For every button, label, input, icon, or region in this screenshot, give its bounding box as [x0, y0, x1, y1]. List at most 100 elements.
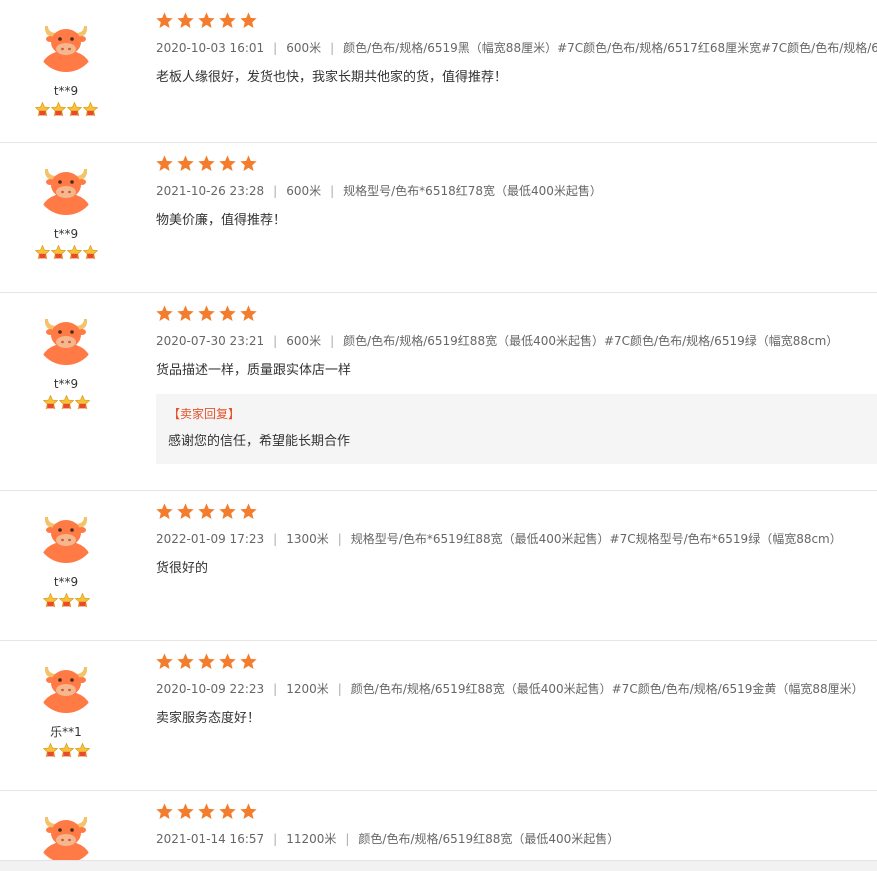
review-date: 2021-10-26 23:28 — [156, 184, 265, 198]
star-icon — [177, 12, 194, 29]
gold-star-medal-icon — [58, 394, 74, 410]
reviewer-level — [30, 592, 102, 609]
star-icon — [240, 12, 257, 29]
review-comment: 货很好的 — [156, 561, 209, 576]
review-content: 2020-10-03 16:01 | 600米 | 颜色/色布/规格/6519黑（幅宽8… — [156, 12, 877, 86]
reviewer-name: t**9 — [53, 84, 79, 98]
review-content: 2021-10-26 23:28 | 600米 | 规格型号/色布*6518红78宽（最… — [156, 155, 877, 229]
separator: | — [337, 532, 342, 546]
separator: | — [273, 532, 278, 546]
star-icon — [198, 803, 215, 820]
rating-stars — [156, 503, 877, 521]
star-icon — [240, 155, 257, 172]
review-content: 2022-01-09 17:23 | 1300米 | 规格型号/色布*6519红88宽（… — [156, 503, 877, 577]
avatar[interactable] — [36, 803, 96, 863]
separator: | — [330, 41, 335, 55]
gold-star-medal-icon — [66, 101, 82, 117]
star-icon — [156, 305, 173, 322]
product-spec: 颜色/色布/规格/6519红88宽（最低400米起售） — [358, 832, 620, 846]
star-icon — [198, 12, 215, 29]
bull-avatar-icon — [36, 803, 96, 863]
star-icon — [219, 803, 236, 820]
review-item: t**9 2020-07-30 23:21 | 600米 | 颜色/色布/规格/6519… — [0, 293, 877, 491]
review-date: 2021-01-14 16:57 — [156, 832, 265, 846]
gold-star-medal-icon — [74, 394, 90, 410]
separator: | — [273, 184, 278, 198]
avatar[interactable] — [36, 305, 96, 365]
gold-star-medal-icon — [42, 742, 58, 758]
rating-stars — [156, 305, 877, 323]
avatar[interactable] — [36, 12, 96, 72]
reviewer-name: 乐**1 — [50, 725, 82, 739]
separator: | — [273, 832, 278, 846]
review-meta: 2021-01-14 16:57 | 11200米 | 颜色/色布/规格/6519红88… — [156, 832, 877, 846]
avatar[interactable] — [36, 653, 96, 713]
purchase-quantity: 600米 — [286, 334, 322, 348]
bull-avatar-icon — [36, 305, 96, 365]
reviewer-info — [30, 803, 102, 863]
separator: | — [273, 334, 278, 348]
review-item: t**9 2021-10-26 23:28 | 600米 | 规格型号/色布*6518红… — [0, 143, 877, 293]
star-icon — [198, 155, 215, 172]
reviewer-info: t**9 — [30, 155, 102, 261]
star-icon — [156, 12, 173, 29]
review-meta: 2020-07-30 23:21 | 600米 | 颜色/色布/规格/6519红88宽（… — [156, 334, 877, 348]
reviewer-level — [30, 101, 102, 118]
separator: | — [330, 184, 335, 198]
review-date: 2020-10-03 16:01 — [156, 41, 265, 55]
purchase-quantity: 1200米 — [286, 682, 329, 696]
star-icon — [177, 155, 194, 172]
gold-star-medal-icon — [74, 592, 90, 608]
star-icon — [240, 653, 257, 670]
separator: | — [330, 334, 335, 348]
gold-star-medal-icon — [42, 394, 58, 410]
separator: | — [273, 682, 278, 696]
review-meta: 2022-01-09 17:23 | 1300米 | 规格型号/色布*6519红88宽（… — [156, 532, 877, 546]
rating-stars — [156, 653, 877, 671]
product-spec: 规格型号/色布*6518红78宽（最低400米起售） — [343, 184, 602, 198]
product-spec: 颜色/色布/规格/6519红88宽（最低400米起售）#7C颜色/色布/规格/6… — [350, 682, 864, 696]
gold-star-medal-icon — [82, 244, 98, 260]
avatar[interactable] — [36, 155, 96, 215]
review-comment: 货品描述一样，质量跟实体店一样 — [156, 363, 352, 378]
seller-reply-title: 【卖家回复】 — [168, 407, 241, 421]
star-icon — [219, 503, 236, 520]
star-icon — [198, 503, 215, 520]
rating-stars — [156, 803, 877, 821]
seller-reply: 【卖家回复】感谢您的信任，希望能长期合作 — [156, 394, 877, 464]
star-icon — [240, 803, 257, 820]
review-item: t**9 2022-01-09 17:23 | 1300米 | 规格型号/色布*6519… — [0, 491, 877, 641]
purchase-quantity: 11200米 — [286, 832, 337, 846]
review-comment: 物美价廉，值得推荐！ — [156, 213, 287, 228]
gold-star-medal-icon — [50, 101, 66, 117]
review-date: 2020-10-09 22:23 — [156, 682, 265, 696]
horizontal-scrollbar[interactable] — [0, 860, 877, 871]
gold-star-medal-icon — [34, 244, 50, 260]
star-icon — [198, 653, 215, 670]
avatar[interactable] — [36, 503, 96, 563]
review-content: 2021-01-14 16:57 | 11200米 | 颜色/色布/规格/6519红88… — [156, 803, 877, 846]
review-content: 2020-07-30 23:21 | 600米 | 颜色/色布/规格/6519红88宽（… — [156, 305, 877, 464]
reviewer-info: t**9 — [30, 503, 102, 609]
review-meta: 2020-10-03 16:01 | 600米 | 颜色/色布/规格/6519黑（幅宽8… — [156, 41, 877, 55]
review-item: 乐**1 2020-10-09 22:23 | 1200米 | 颜色/色布/规格/651… — [0, 641, 877, 791]
gold-star-medal-icon — [50, 244, 66, 260]
gold-star-medal-icon — [34, 101, 50, 117]
purchase-quantity: 1300米 — [286, 532, 329, 546]
reviewer-info: t**9 — [30, 305, 102, 411]
review-meta: 2021-10-26 23:28 | 600米 | 规格型号/色布*6518红78宽（最… — [156, 184, 877, 198]
bull-avatar-icon — [36, 12, 96, 72]
separator: | — [273, 41, 278, 55]
rating-stars — [156, 12, 877, 30]
reviewer-info: 乐**1 — [30, 653, 102, 759]
star-icon — [156, 155, 173, 172]
star-icon — [219, 12, 236, 29]
gold-star-medal-icon — [58, 742, 74, 758]
star-icon — [219, 653, 236, 670]
seller-reply-text: 感谢您的信任，希望能长期合作 — [168, 434, 351, 449]
bull-avatar-icon — [36, 155, 96, 215]
bull-avatar-icon — [36, 503, 96, 563]
purchase-quantity: 600米 — [286, 184, 322, 198]
gold-star-medal-icon — [42, 592, 58, 608]
review-item: t**9 2020-10-03 16:01 | 600米 | 颜色/色布/规格/6519… — [0, 0, 877, 143]
